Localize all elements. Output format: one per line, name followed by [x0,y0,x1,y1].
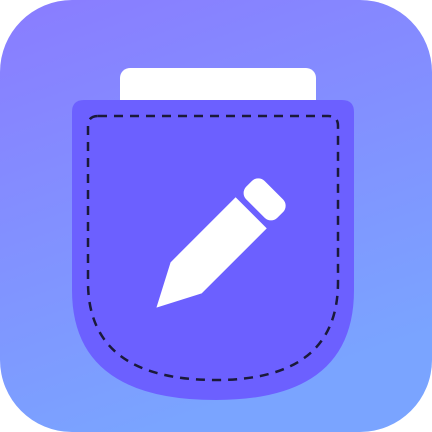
app-icon[interactable] [0,0,432,432]
app-icon-artwork [0,0,432,432]
